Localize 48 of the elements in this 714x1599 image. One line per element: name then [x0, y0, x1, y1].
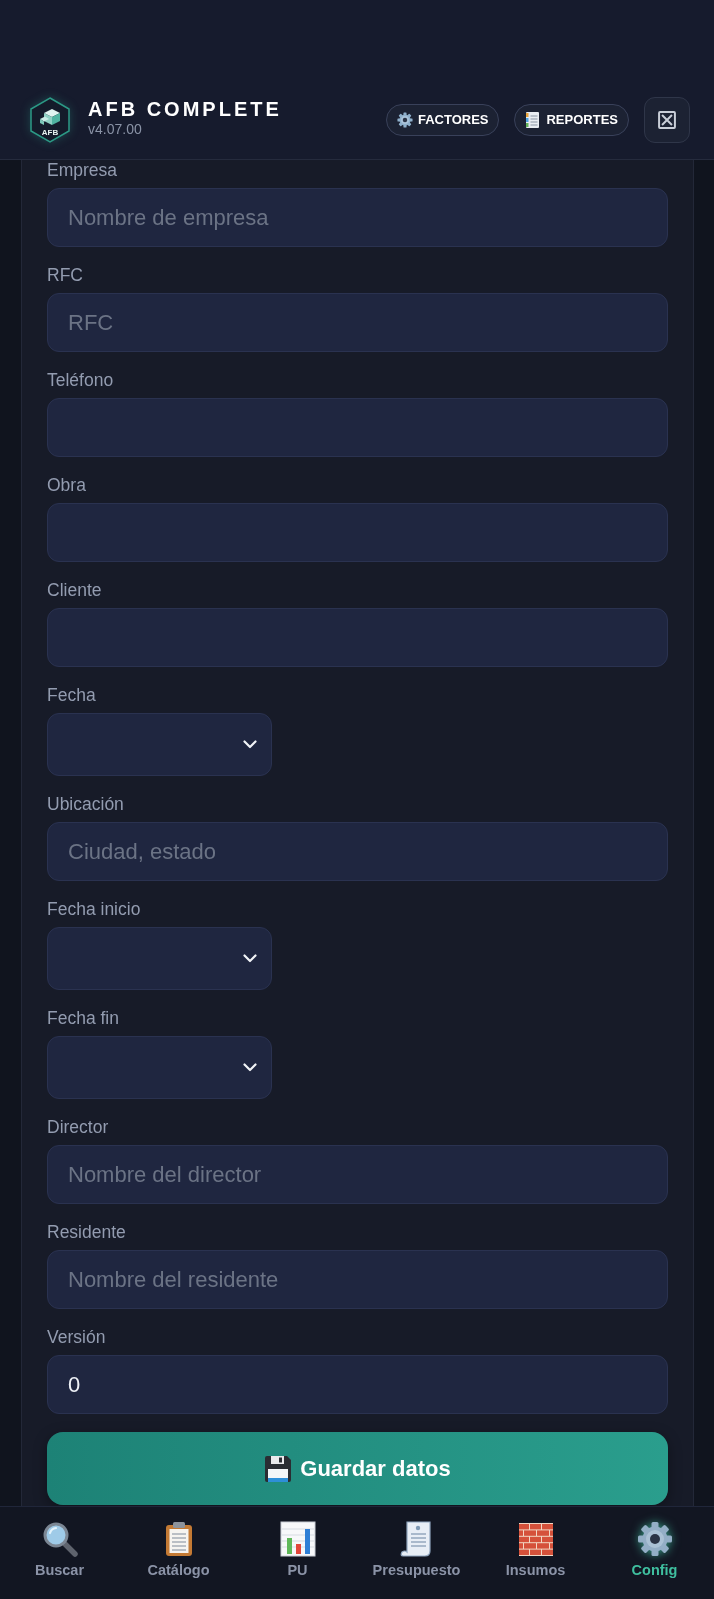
nav-tab[interactable]: Buscar	[0, 1507, 119, 1599]
date-field[interactable]	[47, 1036, 272, 1099]
field-label: Residente	[47, 1222, 127, 1242]
logo-text: AFB	[40, 127, 60, 137]
date-field[interactable]	[47, 713, 272, 776]
nav-tab[interactable]: Insumos	[476, 1507, 595, 1599]
nav-tab[interactable]: PU	[238, 1507, 357, 1599]
text-field[interactable]	[47, 608, 668, 667]
field-label: Fecha inicio	[47, 899, 142, 919]
field-label: Cliente	[47, 580, 103, 600]
save-button[interactable]: Guardar datos	[47, 1432, 668, 1505]
text-field[interactable]	[47, 503, 668, 562]
app-title: AFB COMPLETE	[88, 96, 282, 121]
chevron-down-icon	[243, 740, 257, 749]
text-field[interactable]: Nombre del residente	[47, 1250, 668, 1309]
text-field[interactable]: Nombre de empresa	[47, 188, 668, 247]
text-field[interactable]: Nombre del director	[47, 1145, 668, 1204]
document-icon	[525, 110, 542, 129]
text-field[interactable]: 0	[47, 1355, 668, 1414]
field-label: Empresa	[47, 160, 119, 180]
text-field[interactable]	[47, 398, 668, 457]
date-field[interactable]	[47, 927, 272, 990]
gear-icon	[636, 1521, 673, 1557]
field-label: Ubicación	[47, 794, 125, 814]
version-text: v4.07.00	[88, 120, 143, 137]
field-label: Director	[47, 1117, 110, 1137]
hexagon-logo-icon	[30, 96, 70, 143]
field-label: Fecha fin	[47, 1008, 120, 1028]
nav-tab[interactable]: Config	[595, 1507, 714, 1599]
chevron-down-icon	[243, 1063, 257, 1072]
search-icon	[41, 1521, 78, 1557]
header-button[interactable]: FACTORES	[385, 103, 500, 136]
nav-tab[interactable]: Catálogo	[119, 1507, 238, 1599]
text-field[interactable]: Ciudad, estado	[47, 822, 668, 881]
field-label: Teléfono	[47, 370, 115, 390]
brick-wall-icon	[517, 1521, 554, 1557]
nav-tab[interactable]: Presupuesto	[357, 1507, 476, 1599]
text-field[interactable]: RFC	[47, 293, 668, 352]
bar-chart-icon	[279, 1521, 316, 1557]
field-label: RFC	[47, 265, 84, 285]
field-label: Fecha	[47, 685, 97, 705]
field-label: Versión	[47, 1327, 107, 1347]
close-button[interactable]	[644, 96, 690, 143]
header-button[interactable]: REPORTES	[514, 103, 629, 136]
close-icon	[658, 110, 676, 129]
chevron-down-icon	[243, 954, 257, 963]
field-label: Obra	[47, 475, 87, 495]
gear-icon	[396, 111, 413, 128]
